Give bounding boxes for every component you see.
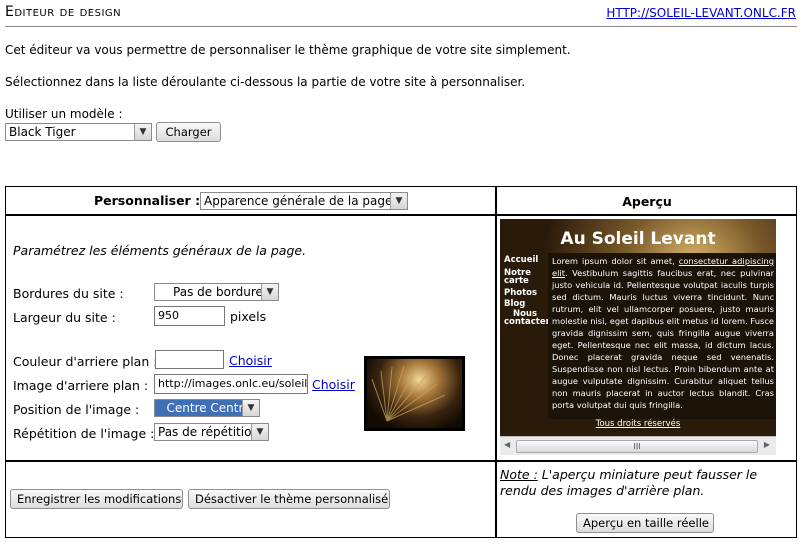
note-text: L'aperçu miniature peut fausser le rendu… [500,467,758,498]
width-label: Largeur du site : [13,310,116,325]
chevron-down-icon: ▼ [390,193,407,209]
header-row-divider [5,214,797,216]
preview-nav-item[interactable]: Accueil [504,255,546,266]
page-title: Editeur de design [5,4,122,20]
chevron-down-icon: ▼ [242,400,259,416]
background-image-thumbnail [364,356,465,431]
customize-select[interactable]: Apparence générale de la page ▼ [200,192,408,210]
bg-image-choose-link[interactable]: Choisir [312,377,355,392]
footer-row-divider [5,460,797,462]
preview-nav-item[interactable]: Photos [504,288,546,299]
bg-color-label: Couleur d'arriere plan : [13,354,158,369]
border-label: Bordures du site : [13,286,124,301]
bg-image-label: Image d'arriere plan : [13,378,149,393]
preview-frame: Au Soleil Levant Accueil Notre carte Pho… [500,219,776,455]
disable-theme-button[interactable]: Désactiver le thème personnalisé [188,489,390,509]
position-select-value: Centre Centre [166,401,251,415]
chevron-down-icon: ▼ [251,424,268,440]
border-select[interactable]: Pas de bordure ▼ [154,283,279,301]
repeat-select-value: Pas de répétition [158,425,260,439]
position-label: Position de l'image : [13,402,140,417]
preview-text-start: Lorem ipsum dolor sit amet, [552,256,679,266]
fan-image [371,365,446,422]
site-link[interactable]: HTTP://SOLEIL-LEVANT.ONLC.FR [606,6,796,20]
preview-scrollbar[interactable]: ◀ III ▶ [500,436,776,455]
preview-content: Lorem ipsum dolor sit amet, consectetur … [548,253,776,419]
bg-color-choose-link[interactable]: Choisir [229,353,272,368]
preview-text-rest: . Vestibulum sagittis faucibus erat, nec… [552,268,774,410]
column-divider [495,186,497,538]
chevron-down-icon: ▼ [261,284,278,300]
scroll-right-icon[interactable]: ▶ [764,440,770,449]
preview-nav-item[interactable]: Nous contacter [504,310,550,327]
intro-text-2: Sélectionnez dans la liste déroulante ci… [5,75,526,89]
repeat-label: Répétition de l'image : [13,426,155,441]
border-select-value: Pas de bordure [173,285,263,299]
scroll-left-icon[interactable]: ◀ [504,440,510,449]
save-button[interactable]: Enregistrer les modifications [10,489,183,509]
preview-site-title: Au Soleil Levant [560,229,716,249]
customize-select-value: Apparence générale de la page [204,194,393,208]
chevron-down-icon: ▼ [134,124,151,140]
title-divider [5,26,797,27]
model-select[interactable]: Black Tiger ▼ [5,123,152,141]
note-label: Note : [500,467,538,482]
preview-note: Note : L'aperçu miniature peut fausser l… [500,467,790,499]
position-select[interactable]: Centre Centre ▼ [154,399,260,417]
full-size-preview-button[interactable]: Aperçu en taille réelle [576,513,714,533]
customize-label: Personnaliser : [94,193,201,208]
model-select-value: Black Tiger [9,125,76,139]
width-input[interactable]: 950 [154,306,225,326]
preview-nav: Accueil Notre carte Photos Blog Nous con… [504,255,550,327]
repeat-select[interactable]: Pas de répétition ▼ [154,423,269,441]
bg-color-input[interactable] [155,350,224,369]
preview-footer[interactable]: Tous droits réservés [500,419,776,429]
bg-image-input[interactable]: http://images.onlc.eu/soleil- [154,374,308,394]
intro-text-1: Cet éditeur va vous permettre de personn… [5,43,571,57]
panel-instruction: Paramétrez les éléments généraux de la p… [13,243,307,258]
load-model-button[interactable]: Charger [156,122,221,142]
preview-nav-item[interactable]: Notre carte [504,269,534,286]
width-unit: pixels [230,309,267,324]
model-label: Utiliser un modèle : [5,107,123,121]
scroll-thumb[interactable]: III [516,440,758,453]
preview-header: Aperçu [622,194,672,209]
